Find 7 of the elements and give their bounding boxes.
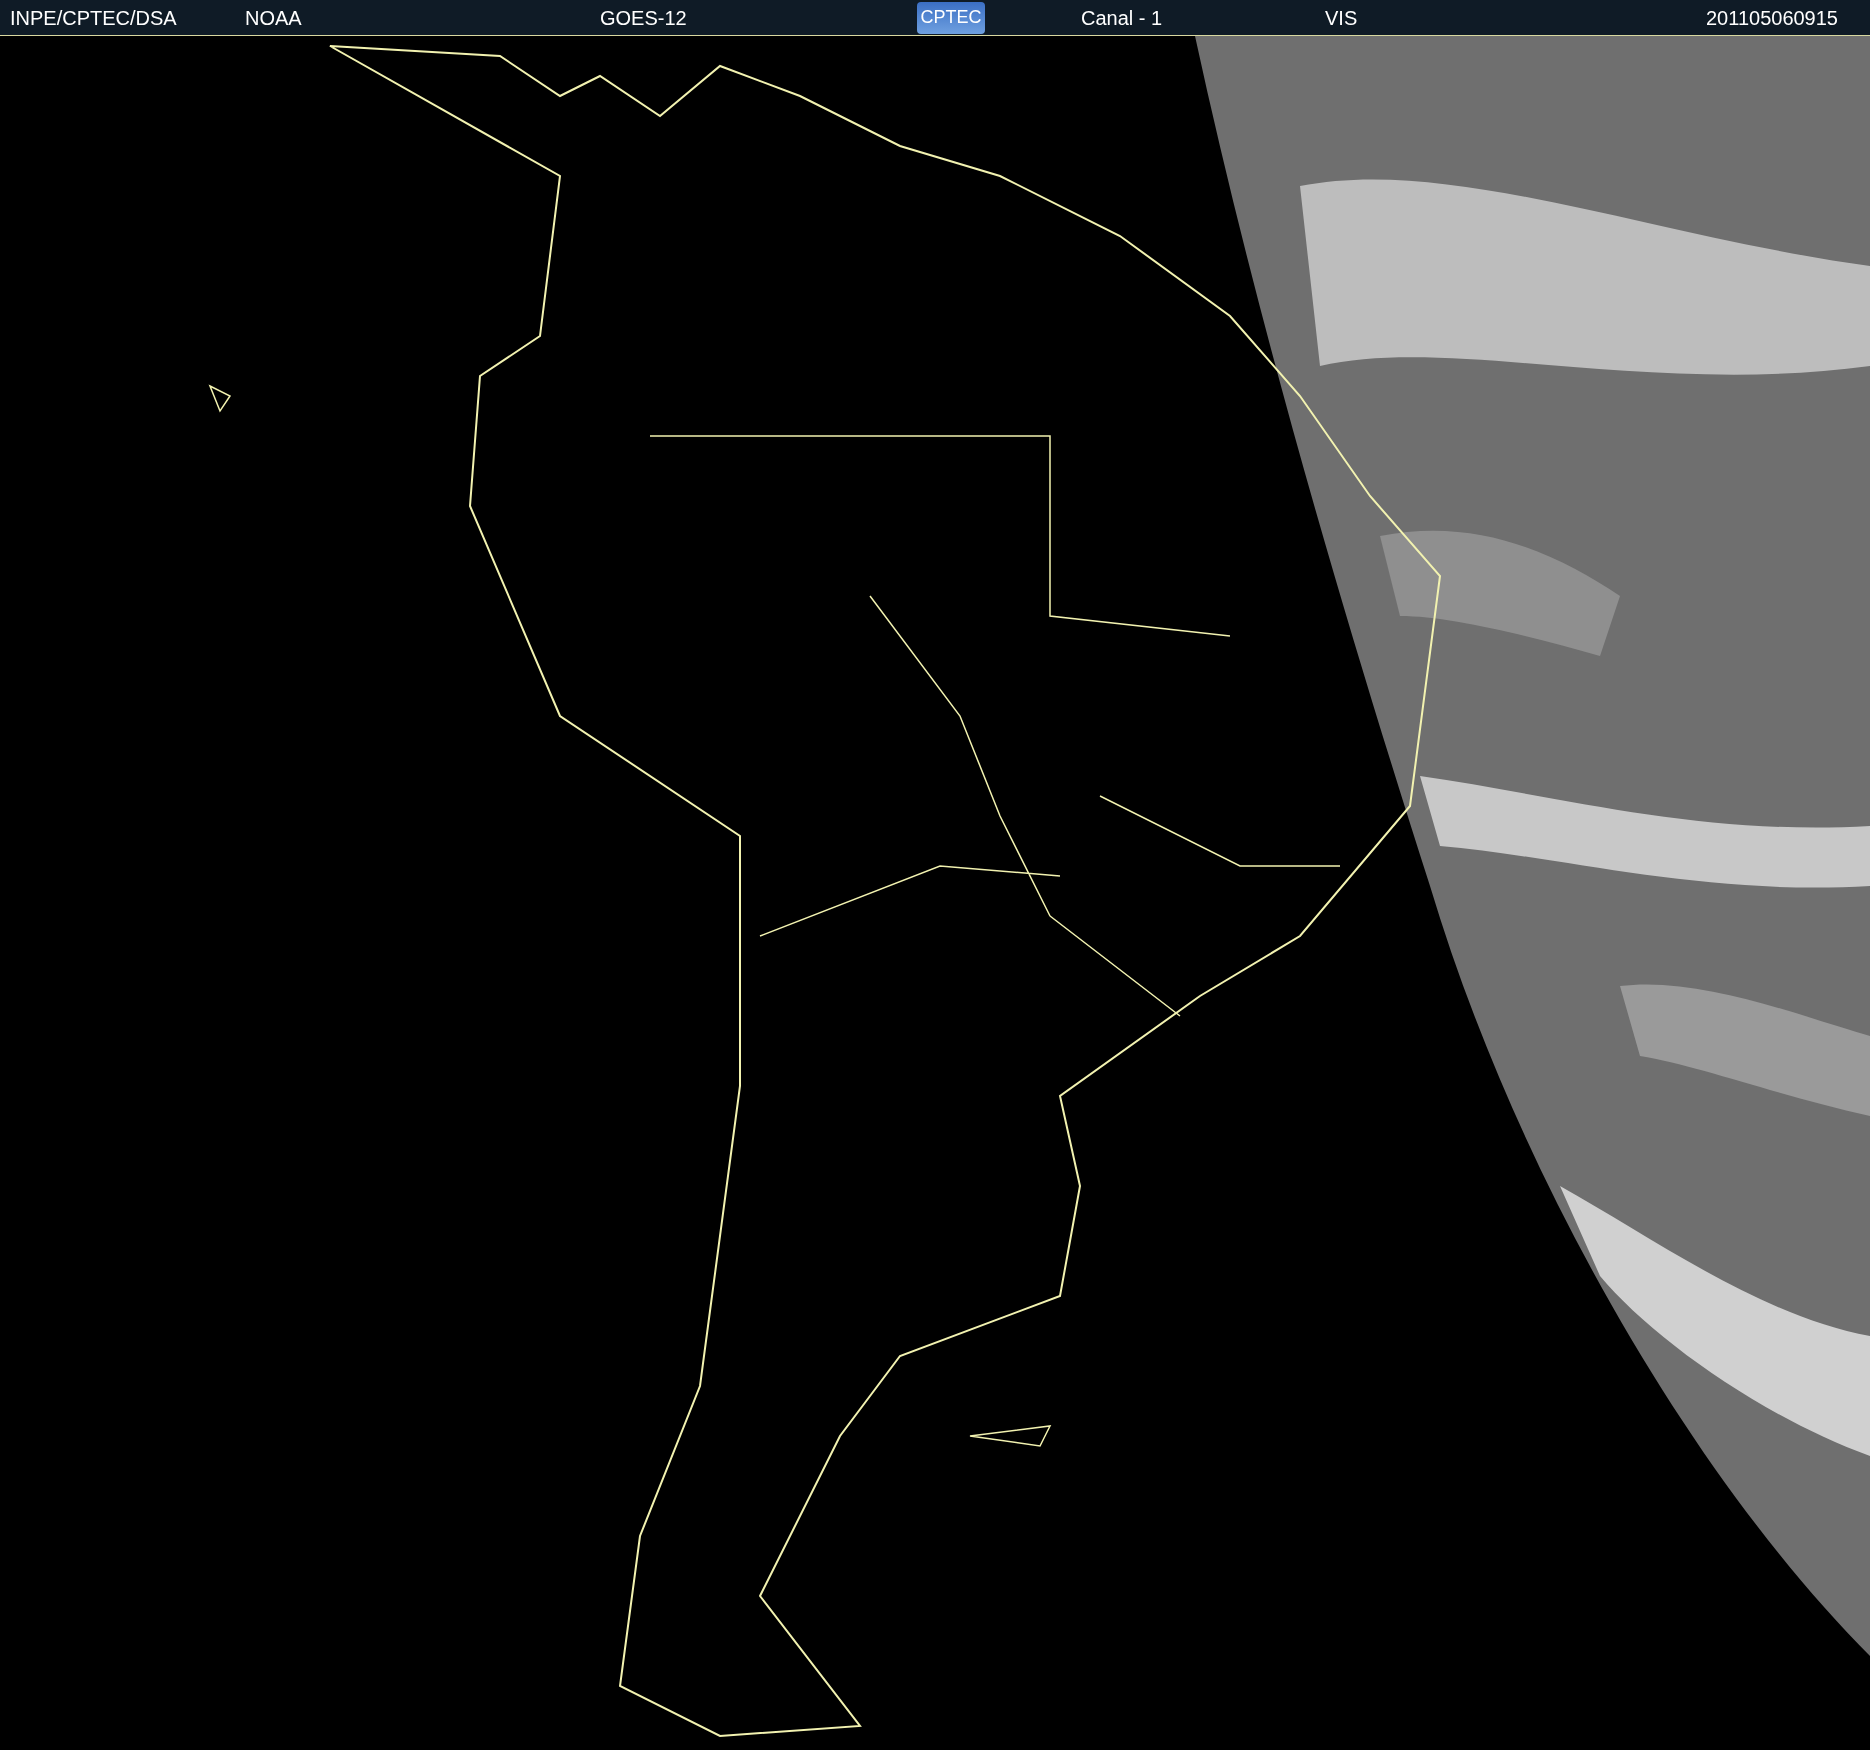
- satellite-label: GOES-12: [600, 7, 688, 28]
- band-label: VIS: [1325, 7, 1358, 28]
- source-label: INPE/CPTEC/DSA: [10, 7, 178, 28]
- timestamp-label: 201105060915: [1706, 7, 1838, 28]
- logo: CPTEC: [917, 1, 985, 34]
- channel-label: Canal - 1: [1081, 7, 1164, 28]
- agency-label: NOAA: [245, 7, 303, 28]
